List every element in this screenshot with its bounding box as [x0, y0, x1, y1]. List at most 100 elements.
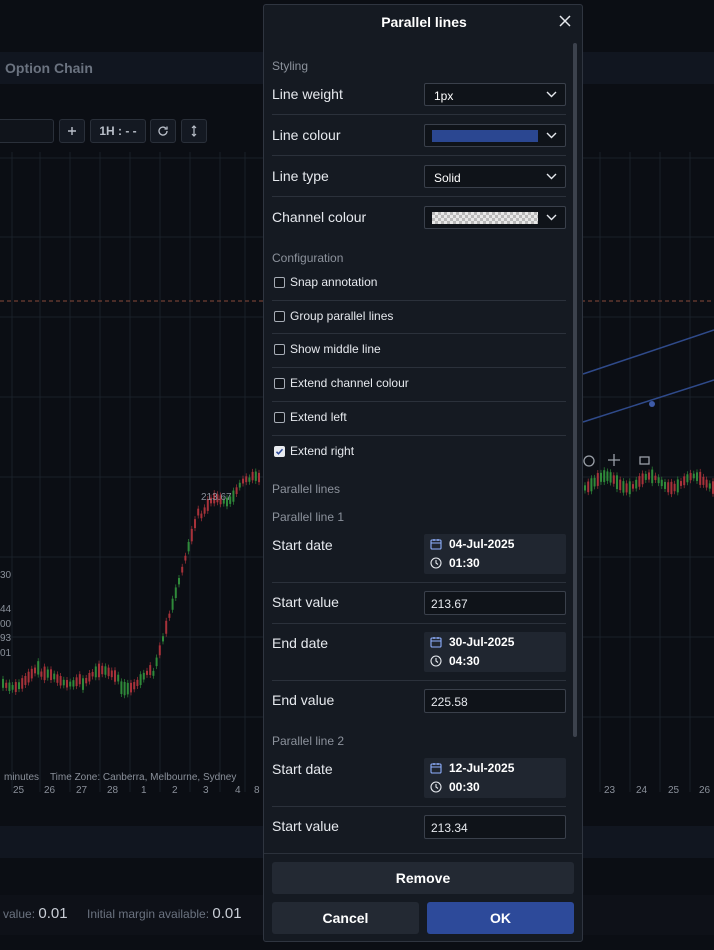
close-icon[interactable]: [558, 14, 572, 28]
start-date-label: Start date: [272, 537, 333, 553]
checkbox-checked[interactable]: [274, 446, 285, 457]
date-tick: 2: [172, 785, 178, 796]
candle-body: [619, 479, 622, 491]
ok-button[interactable]: OK: [427, 902, 574, 934]
candle-body: [53, 673, 56, 680]
date-tick: 27: [76, 785, 88, 796]
candle-body: [200, 513, 203, 519]
checkbox[interactable]: [274, 277, 285, 288]
candle-body: [593, 477, 596, 487]
line-weight-select[interactable]: 1px: [424, 83, 566, 106]
candle-body: [705, 479, 708, 488]
candle-body: [72, 680, 75, 687]
checkbox[interactable]: [274, 412, 285, 423]
start-date-picker[interactable]: 04-Jul-2025 01:30: [424, 534, 566, 574]
add-button[interactable]: [59, 119, 85, 143]
candle-body: [584, 485, 586, 491]
remove-button[interactable]: Remove: [272, 862, 574, 894]
candle-body: [158, 645, 161, 656]
symbol-input[interactable]: [0, 119, 54, 143]
option-label: Extend channel colour: [290, 376, 409, 390]
interval-button[interactable]: 1H : - -: [90, 119, 146, 143]
candle-body: [117, 674, 120, 682]
line-colour-swatch: [432, 130, 538, 142]
candle-body: [146, 670, 148, 675]
candle-body: [34, 667, 36, 674]
tab-option-chain[interactable]: Option Chain: [5, 60, 93, 76]
date-tick: 24: [636, 785, 648, 796]
divider: [264, 853, 582, 854]
candle-body: [600, 472, 602, 482]
candle-body: [94, 666, 97, 678]
candle-body: [114, 670, 116, 682]
candle-body: [632, 484, 634, 489]
line-weight-value: 1px: [434, 89, 454, 103]
divider: [272, 680, 566, 681]
candle-body: [616, 475, 618, 490]
date-tick: 25: [13, 785, 25, 796]
candle-body: [174, 587, 177, 599]
candle-body: [91, 671, 94, 677]
date-value: 30-Jul-2025: [449, 635, 515, 649]
option-group-parallel-lines[interactable]: Group parallel lines: [272, 300, 566, 334]
checkbox[interactable]: [274, 378, 285, 389]
candle-body: [603, 470, 606, 483]
candle-body: [648, 472, 650, 480]
line-type-select[interactable]: Solid: [424, 165, 566, 188]
parallel-lines-heading: Parallel lines: [272, 482, 341, 496]
clock-icon: [430, 557, 442, 569]
candle-body: [66, 679, 68, 688]
line-colour-picker[interactable]: [424, 124, 566, 147]
option-show-middle-line[interactable]: Show middle line: [272, 333, 566, 367]
option-label: Show middle line: [290, 342, 381, 356]
dialog-scrollbar[interactable]: [573, 43, 577, 737]
candle-body: [101, 665, 104, 675]
line-colour-label: Line colour: [272, 127, 341, 143]
line-weight-label: Line weight: [272, 86, 343, 102]
start-date-picker[interactable]: 12-Jul-2025 00:30: [424, 758, 566, 798]
candle-body: [696, 472, 698, 481]
candle-body: [142, 672, 145, 680]
option-extend-right[interactable]: Extend right: [272, 435, 566, 469]
channel-colour-label: Channel colour: [272, 209, 367, 225]
parallel-line-1-heading: Parallel line 1: [272, 510, 345, 524]
calendar-icon: [430, 637, 442, 648]
start-value-input[interactable]: 213.67: [424, 591, 566, 615]
more-options-button[interactable]: [181, 119, 207, 143]
option-extend-left[interactable]: Extend left: [272, 401, 566, 435]
start-value-input[interactable]: 213.34: [424, 815, 566, 839]
candle-body: [673, 483, 676, 492]
date-tick: 1: [141, 785, 147, 796]
value-amount: 0.01: [38, 905, 68, 922]
checkbox[interactable]: [274, 344, 285, 355]
option-snap-annotation[interactable]: Snap annotation: [272, 266, 566, 300]
candle-body: [625, 483, 628, 493]
dialog-body: Styling Line weight 1px Line colour Line…: [264, 45, 584, 850]
option-extend-channel-colour[interactable]: Extend channel colour: [272, 367, 566, 401]
candle-body: [628, 481, 631, 495]
candle-body: [197, 508, 200, 516]
axis-price-label: 44: [0, 604, 12, 615]
candle-body: [660, 479, 663, 487]
refresh-button[interactable]: [150, 119, 176, 143]
candle-body: [21, 678, 24, 689]
date-tick: 26: [699, 785, 711, 796]
axis-price-label: 93: [0, 633, 12, 644]
start-value: 213.67: [431, 597, 468, 611]
candle-body: [56, 674, 59, 683]
channel-colour-picker[interactable]: [424, 206, 566, 229]
cancel-button[interactable]: Cancel: [272, 902, 419, 934]
candle-body: [168, 613, 171, 618]
date-value: 04-Jul-2025: [449, 537, 515, 551]
end-date-picker[interactable]: 30-Jul-2025 04:30: [424, 632, 566, 672]
candle-body: [194, 519, 196, 529]
candle-body: [123, 682, 126, 696]
candle-body: [30, 668, 33, 679]
start-value-label: Start value: [272, 594, 339, 610]
candle-body: [27, 671, 30, 683]
candle-body: [130, 682, 132, 693]
end-value-input[interactable]: 225.58: [424, 689, 566, 713]
candle-body: [657, 477, 660, 484]
candle-body: [232, 490, 235, 502]
checkbox[interactable]: [274, 311, 285, 322]
